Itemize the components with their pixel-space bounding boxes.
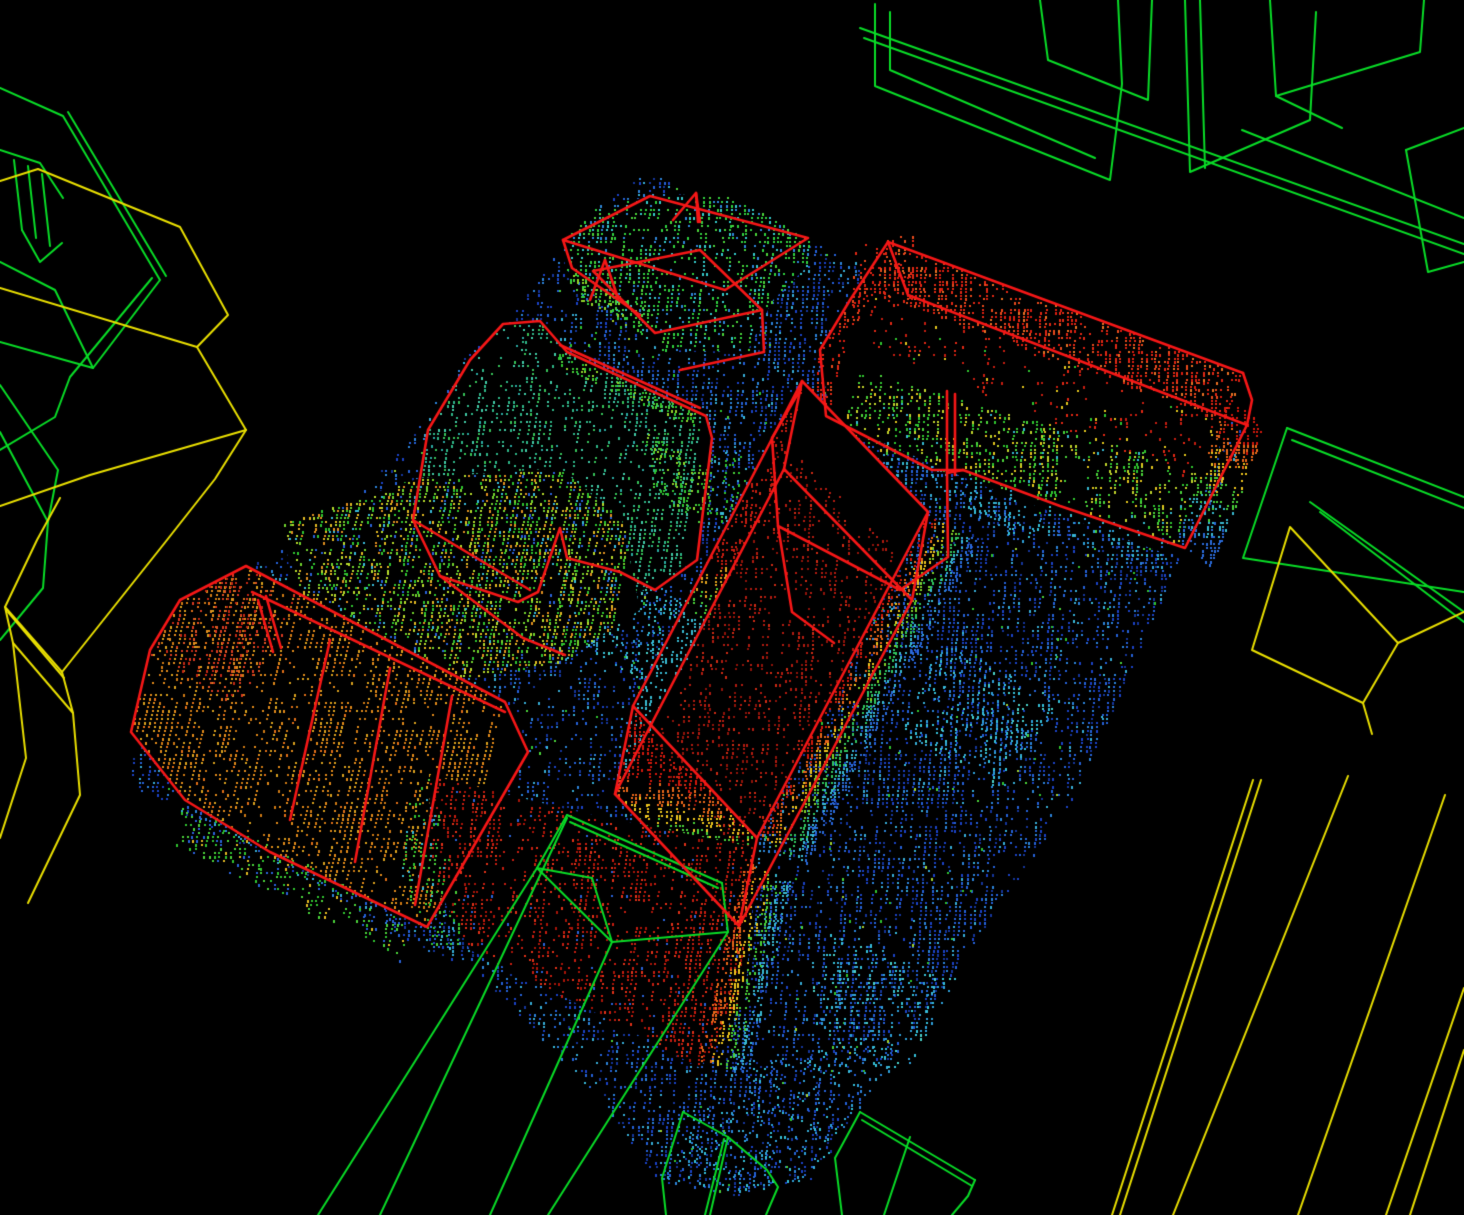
lidar-viewer — [0, 0, 1464, 1215]
point-cloud-viewport[interactable] — [0, 0, 1464, 1215]
